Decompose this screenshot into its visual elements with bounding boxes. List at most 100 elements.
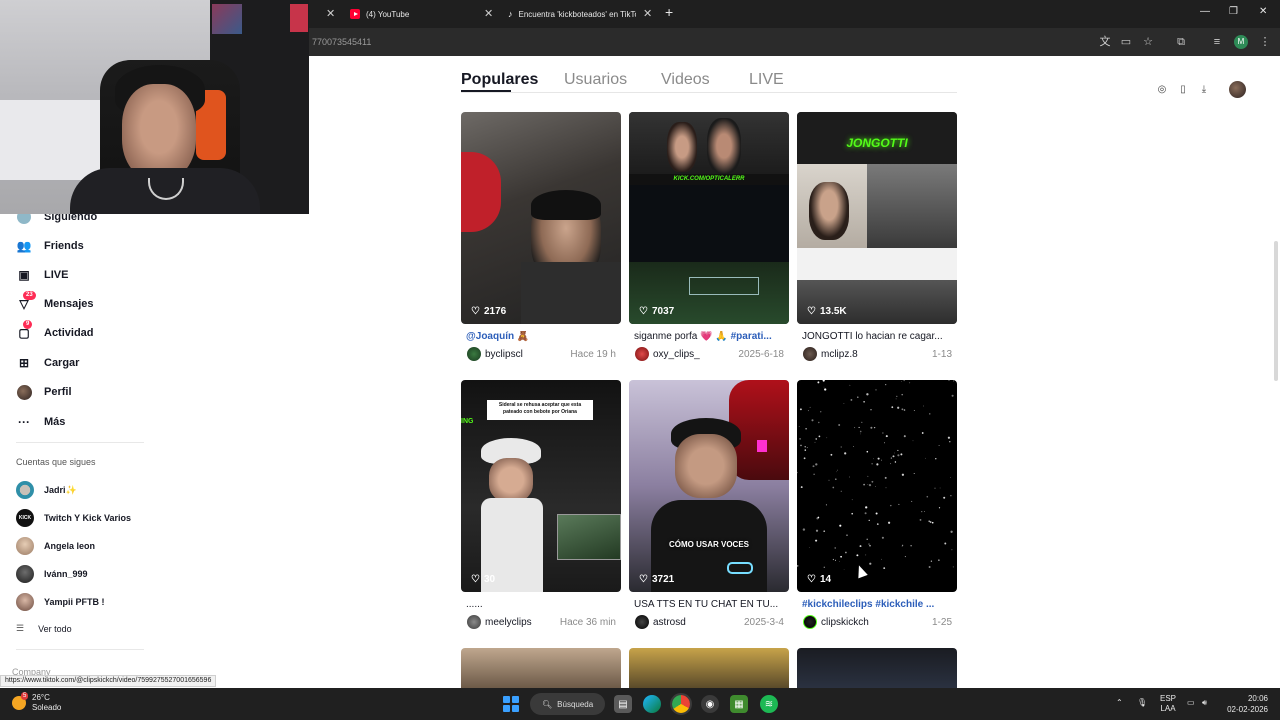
sidebar-item-mas[interactable]: ··· Más [16,412,65,432]
star [854,427,856,429]
author-avatar[interactable] [635,347,649,361]
following-item[interactable]: Yampii PFTB ! [16,593,105,611]
new-tab-icon[interactable]: + [665,4,673,20]
sidebar-item-label: Actividad [44,327,94,339]
see-all-link[interactable]: ☰ Ver todo [16,623,72,634]
volume-icon[interactable]: 🔊︎ [1202,698,1207,708]
author-avatar[interactable] [803,347,817,361]
author-avatar[interactable] [635,615,649,629]
caption-tag[interactable]: #parati... [731,331,772,342]
chrome-icon[interactable] [670,693,692,715]
video-caption[interactable]: siganme porfa 💗 🙏 #parati... [629,331,789,342]
microphone-icon[interactable]: 🎙︎ [1137,698,1147,708]
minimize-icon[interactable]: — [1200,6,1210,17]
star [898,503,900,505]
task-view-icon[interactable]: ▤ [614,695,632,713]
sidebar-item-live[interactable]: ▣ LIVE [16,265,68,285]
star [890,504,892,507]
restore-icon[interactable]: ❐ [1229,6,1238,17]
profile-avatar[interactable]: M [1234,35,1248,49]
author-name[interactable]: byclipscl [485,349,523,360]
avatar [16,537,34,555]
video-card[interactable] [461,648,621,688]
author-name[interactable]: meelyclips [485,617,532,628]
video-caption[interactable]: ...... [461,599,621,610]
video-card[interactable]: ♡ 2176 [461,112,621,324]
video-caption[interactable]: @Joaquín 🧸 [461,331,621,342]
caption-tag[interactable]: @Joaquín [466,331,514,342]
author-name[interactable]: astrosd [653,617,686,628]
weather-badge: 5 [21,692,29,700]
translate-icon[interactable]: 文 [1098,35,1112,49]
sidebar-item-perfil[interactable]: Perfil [16,382,72,402]
star [808,547,810,548]
star [931,521,934,524]
spotify-icon[interactable]: ≋ [760,695,778,713]
author-avatar[interactable] [803,615,817,629]
menu-kebab-icon[interactable]: ⋮ [1258,35,1272,49]
video-caption[interactable]: USA TTS EN TU CHAT EN TU... [629,599,789,610]
device-icon[interactable]: ▯ [1176,83,1190,97]
media-control-icon[interactable]: ≡ [1210,35,1224,49]
author-avatar[interactable] [467,347,481,361]
author-name[interactable]: mclipz.8 [821,349,858,360]
video-card[interactable]: Sideral se rehusa aceptar que esta patea… [461,380,621,592]
star [866,450,869,453]
network-icon[interactable]: ▭ [1187,698,1195,708]
video-card[interactable] [797,648,957,688]
video-card[interactable]: JONGOTTI ♡ 13.5K [797,112,957,324]
star [943,496,946,499]
more-icon: ··· [18,415,30,429]
caption-tag[interactable]: #kickchileclips #kickchile ... [802,599,934,610]
tab-tiktok[interactable]: ♪ Encuentra 'kickboteados' en TikTok [508,5,636,23]
tab-youtube[interactable]: (4) YouTube [350,5,409,23]
likes-value: 30 [483,574,496,585]
star [840,555,842,558]
video-card[interactable]: ♡ 14 [797,380,957,592]
extensions-icon[interactable]: ⧉ [1174,35,1188,49]
url-field[interactable]: 770073545411 [312,37,371,47]
page-scrollbar[interactable] [1274,241,1278,381]
video-caption[interactable]: #kickchileclips #kickchile ... [797,599,957,610]
star [953,380,954,382]
close-window-icon[interactable]: ✕ [1259,6,1267,17]
cast-icon[interactable]: ▭ [1119,35,1133,49]
tray-chevron-icon[interactable]: ⌃ [1116,698,1123,708]
video-caption[interactable]: JONGOTTI lo hacian re cagar... [797,331,957,342]
windows-start-icon[interactable] [503,696,519,712]
following-item[interactable]: Jadri✨ [16,481,77,499]
following-item[interactable]: KICK Twitch Y Kick Varios [16,509,131,527]
tab-close-icon[interactable]: ✕ [484,7,493,20]
sidebar-item-friends[interactable]: 👥 Friends [16,236,84,256]
language-indicator[interactable]: ESP LAA [1160,694,1176,714]
edge-icon[interactable] [643,695,661,713]
video-card[interactable]: KICK.COM/OPTICALERR ♡ 7037 [629,112,789,324]
video-card[interactable]: CÓMO USAR VOCES ♡ 3721 [629,380,789,592]
star [866,393,869,396]
following-item[interactable]: Ivánn_999 [16,565,88,583]
author-name[interactable]: oxy_clips_ [653,349,700,360]
star [834,547,836,549]
sidebar-item-actividad[interactable]: ▢ 9 Actividad [16,320,94,343]
star [951,394,954,397]
weather-widget[interactable]: 5 26°C Soleado [12,692,61,713]
star [921,511,923,513]
tab-close-icon[interactable]: ✕ [643,7,652,20]
system-clock[interactable]: 20:06 02-02-2026 [1222,693,1268,715]
bookmark-star-icon[interactable]: ☆ [1141,35,1155,49]
obs-icon[interactable]: ◉ [701,695,719,713]
user-avatar[interactable] [1229,81,1246,98]
author-avatar[interactable] [467,615,481,629]
sidebar-item-mensajes[interactable]: ▽ 23 Mensajes [16,291,94,314]
sidebar-item-cargar[interactable]: ⊞ Cargar [16,353,80,373]
previous-row-remnant [461,84,957,92]
tab-close-icon[interactable]: ✕ [326,7,335,20]
minecraft-icon[interactable]: ▦ [730,695,748,713]
taskbar-search[interactable]: 🔍︎ Búsqueda [530,693,605,715]
download-icon[interactable]: ⤓ [1197,83,1211,97]
author-name[interactable]: clipskickch [821,617,869,628]
compass-icon[interactable]: ◎ [1155,83,1169,97]
star [822,380,825,382]
following-item[interactable]: Angela leon [16,537,95,555]
video-card[interactable] [629,648,789,688]
